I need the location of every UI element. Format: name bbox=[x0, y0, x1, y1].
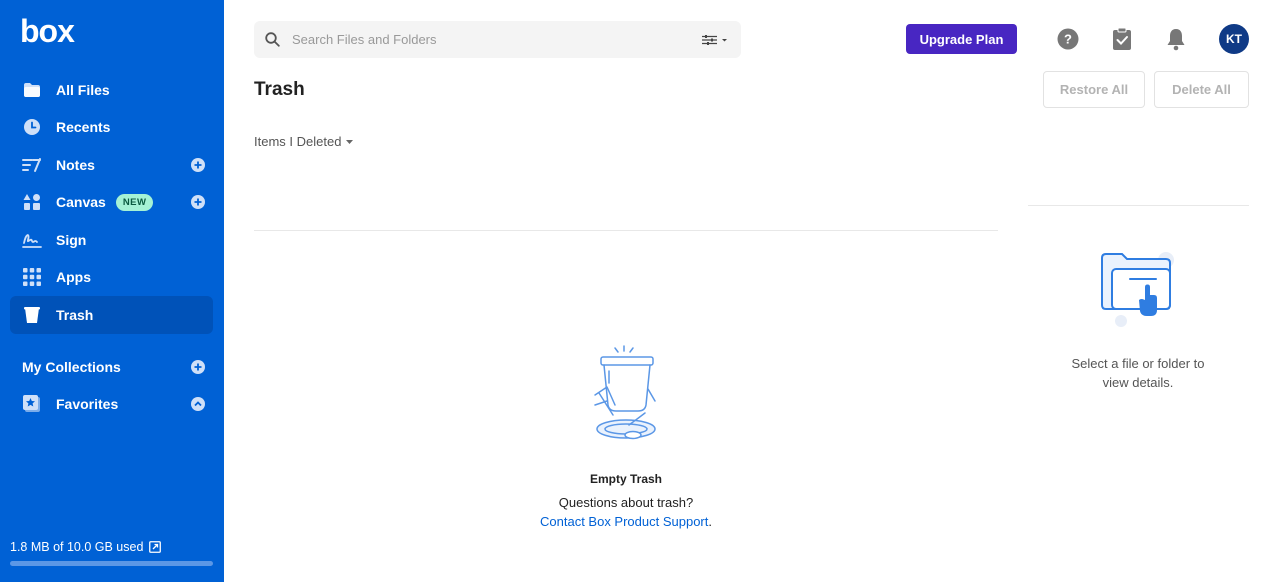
sidebar-item-trash[interactable]: Trash bbox=[10, 296, 213, 334]
sidebar-nav: All Files Recents Notes Canvas NEW Sign … bbox=[10, 71, 213, 334]
sidebar-item-recents[interactable]: Recents bbox=[10, 109, 213, 147]
sidebar-item-label: Trash bbox=[56, 306, 94, 323]
sidebar-item-label: Apps bbox=[56, 269, 91, 286]
sidebar-item-label: Favorites bbox=[56, 396, 119, 413]
svg-text:?: ? bbox=[1064, 32, 1072, 47]
upgrade-plan-button[interactable]: Upgrade Plan bbox=[906, 24, 1017, 54]
collapse-chevron-icon[interactable] bbox=[191, 397, 205, 412]
sidebar: box All Files Recents Notes Canvas NEW S… bbox=[0, 0, 224, 582]
details-divider bbox=[1028, 205, 1249, 206]
storage-text: 1.8 MB of 10.0 GB used bbox=[10, 540, 144, 554]
new-badge: NEW bbox=[115, 193, 154, 211]
search-input[interactable] bbox=[292, 21, 692, 58]
sidebar-item-all-files[interactable]: All Files bbox=[10, 71, 213, 109]
delete-all-button[interactable]: Delete All bbox=[1154, 71, 1249, 108]
tasks-clipboard-icon[interactable] bbox=[1110, 27, 1134, 51]
page-title: Trash bbox=[254, 79, 305, 100]
svg-text:box: box bbox=[20, 14, 75, 49]
star-folder-icon bbox=[22, 394, 42, 414]
storage-bar bbox=[10, 561, 213, 566]
collections-section: My Collections Favorites bbox=[10, 348, 213, 423]
external-link-icon[interactable] bbox=[149, 541, 162, 553]
contact-support-link[interactable]: Contact Box Product Support bbox=[540, 514, 708, 529]
items-filter-label: Items I Deleted bbox=[254, 134, 342, 149]
sidebar-item-favorites[interactable]: Favorites bbox=[10, 386, 213, 424]
add-collection-icon[interactable] bbox=[191, 359, 205, 374]
add-canvas-icon[interactable] bbox=[191, 195, 205, 210]
support-link-suffix: . bbox=[708, 514, 712, 529]
box-logo[interactable]: box bbox=[20, 14, 80, 50]
storage-usage: 1.8 MB of 10.0 GB used bbox=[10, 540, 162, 554]
sidebar-item-label: Canvas bbox=[56, 194, 106, 211]
sidebar-item-notes[interactable]: Notes bbox=[10, 146, 213, 184]
clock-icon bbox=[22, 117, 42, 137]
search-bar bbox=[254, 21, 741, 58]
caret-down-icon bbox=[346, 139, 354, 144]
trash-icon bbox=[22, 305, 42, 325]
sidebar-item-label: Sign bbox=[56, 231, 87, 248]
my-collections-header[interactable]: My Collections bbox=[10, 348, 213, 386]
search-filter-icon[interactable] bbox=[701, 33, 729, 47]
app-root: box All Files Recents Notes Canvas NEW S… bbox=[0, 0, 1277, 582]
sidebar-item-sign[interactable]: Sign bbox=[10, 221, 213, 259]
user-avatar[interactable]: KT bbox=[1219, 24, 1249, 54]
sidebar-item-label: Recents bbox=[56, 119, 111, 136]
signature-icon bbox=[22, 230, 42, 250]
list-header-divider bbox=[254, 230, 998, 231]
sidebar-item-label: All Files bbox=[56, 81, 110, 98]
grid-icon bbox=[22, 267, 42, 287]
restore-all-button[interactable]: Restore All bbox=[1043, 71, 1145, 108]
folder-icon bbox=[22, 80, 42, 100]
my-collections-title: My Collections bbox=[22, 358, 121, 375]
items-filter-dropdown[interactable]: Items I Deleted bbox=[254, 134, 354, 149]
notifications-bell-icon[interactable] bbox=[1164, 27, 1188, 51]
add-note-icon[interactable] bbox=[191, 157, 205, 172]
empty-trash-support: Contact Box Product Support. bbox=[476, 514, 776, 529]
notes-icon bbox=[22, 155, 42, 175]
help-icon[interactable]: ? bbox=[1056, 27, 1080, 51]
sidebar-item-canvas[interactable]: Canvas NEW bbox=[10, 184, 213, 222]
sidebar-item-apps[interactable]: Apps bbox=[10, 259, 213, 297]
empty-trash-illustration bbox=[594, 345, 656, 440]
select-file-illustration bbox=[1101, 252, 1174, 327]
sidebar-item-label: Notes bbox=[56, 156, 95, 173]
canvas-icon bbox=[22, 192, 42, 212]
search-icon bbox=[265, 32, 280, 47]
details-placeholder-text: Select a file or folder to view details. bbox=[1071, 356, 1205, 390]
empty-trash-question: Questions about trash? bbox=[558, 495, 694, 510]
empty-trash-title: Empty Trash bbox=[589, 472, 663, 486]
